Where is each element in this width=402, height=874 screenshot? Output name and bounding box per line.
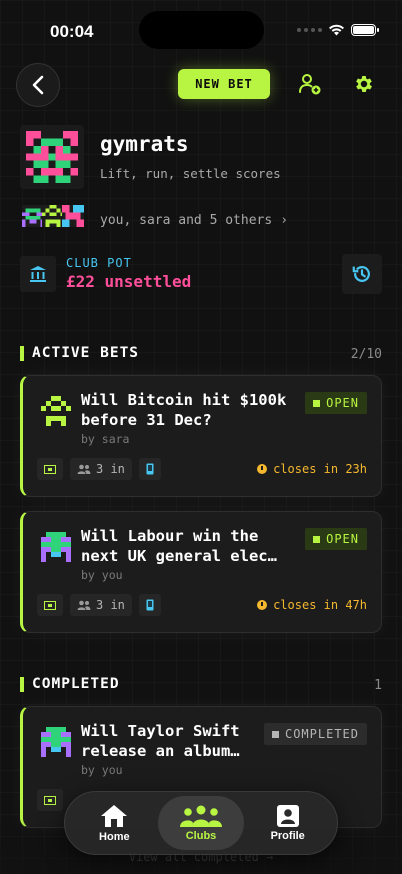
bet-chips xyxy=(37,789,63,811)
back-button[interactable] xyxy=(16,63,60,107)
club-avatar xyxy=(20,125,84,189)
status-time: 00:04 xyxy=(50,22,94,41)
member-avatar-icon xyxy=(62,205,84,227)
chevron-right-icon: › xyxy=(280,213,289,228)
add-user-icon xyxy=(299,74,321,95)
status-dot-icon xyxy=(313,535,321,543)
club-pot-label: CLUB POT xyxy=(66,256,132,270)
closes-text: closes in 47h xyxy=(273,598,367,612)
status-dot-icon xyxy=(271,730,279,738)
settings-button[interactable] xyxy=(350,70,378,98)
status-icons xyxy=(297,24,379,36)
status-badge: COMPLETED xyxy=(263,723,367,745)
bet-title: Will Labour win the next UK general elec… xyxy=(81,527,277,565)
bet-author: by you xyxy=(81,763,123,777)
members-summary: you, sara and 5 others xyxy=(100,213,273,228)
phone-icon xyxy=(146,463,154,475)
member-avatar-icon xyxy=(22,205,44,227)
clock-icon xyxy=(257,464,268,474)
nav-item-home[interactable]: Home xyxy=(71,796,158,850)
nav-item-clubs[interactable]: Clubs xyxy=(157,796,245,850)
cash-icon xyxy=(44,464,56,474)
completed-heading: COMPLETED xyxy=(20,676,120,692)
bet-author: by sara xyxy=(81,432,130,446)
status-badge-label: OPEN xyxy=(326,532,359,546)
completed-title: COMPLETED xyxy=(32,676,120,692)
wifi-icon xyxy=(329,24,344,36)
dynamic-island xyxy=(139,11,264,49)
closes-text: closes in 23h xyxy=(273,462,367,476)
people-icon xyxy=(77,464,91,474)
cash-icon xyxy=(44,600,56,610)
type-chip xyxy=(138,594,161,616)
stake-chip xyxy=(37,458,63,480)
status-badge: OPEN xyxy=(305,392,367,414)
pot-icon-box xyxy=(20,256,56,292)
cash-icon xyxy=(44,795,56,805)
bet-title: Will Taylor Swift release an album… xyxy=(81,722,240,760)
section-accent-bar xyxy=(20,345,24,361)
member-avatars[interactable] xyxy=(22,205,84,227)
participants-count: 3 in xyxy=(96,598,125,612)
phone-icon xyxy=(146,599,154,611)
active-bets-count: 2/10 xyxy=(350,347,382,362)
status-badge: OPEN xyxy=(305,528,367,550)
people-icon xyxy=(77,600,91,610)
home-icon xyxy=(101,804,128,827)
battery-icon xyxy=(351,24,379,36)
active-bets-title: ACTIVE BETS xyxy=(32,345,140,361)
club-name: gymrats xyxy=(100,132,189,156)
bank-icon xyxy=(30,266,46,282)
club-pot-value: £22 unsettled xyxy=(66,272,192,291)
history-icon xyxy=(352,266,370,282)
bet-creator-avatar-icon xyxy=(41,727,71,757)
bet-chips: 3 in xyxy=(37,458,161,480)
status-badge-label: COMPLETED xyxy=(284,727,359,741)
nav-label: Profile xyxy=(270,829,305,842)
members-link[interactable]: you, sara and 5 others › xyxy=(100,213,288,228)
nav-item-profile[interactable]: Profile xyxy=(244,796,331,850)
active-bets-heading: ACTIVE BETS xyxy=(20,345,139,361)
add-member-button[interactable] xyxy=(296,70,324,98)
status-badge-label: OPEN xyxy=(326,396,359,410)
bet-card[interactable]: Will Bitcoin hit $100k before 31 Dec? by… xyxy=(20,375,382,497)
bet-title: Will Bitcoin hit $100k before 31 Dec? xyxy=(81,391,287,429)
bet-creator-avatar-icon xyxy=(41,396,71,426)
bet-card[interactable]: Will Labour win the next UK general elec… xyxy=(20,511,382,633)
participants-count: 3 in xyxy=(96,462,125,476)
profile-icon xyxy=(276,804,299,827)
bet-creator-avatar-icon xyxy=(41,532,71,562)
bet-chips: 3 in xyxy=(37,594,161,616)
section-accent-bar xyxy=(20,676,24,692)
nav-label: Home xyxy=(99,830,130,843)
participants-chip: 3 in xyxy=(70,458,132,480)
stake-chip xyxy=(37,789,63,811)
type-chip xyxy=(138,458,161,480)
new-bet-button[interactable]: NEW BET xyxy=(178,69,270,99)
club-tagline: Lift, run, settle scores xyxy=(100,166,281,181)
signal-icon xyxy=(297,28,322,32)
bet-author: by you xyxy=(81,568,123,582)
bottom-nav: Home Clubs Profile xyxy=(64,791,338,855)
status-dot-icon xyxy=(313,399,321,407)
gear-icon xyxy=(356,76,372,92)
member-avatar-icon xyxy=(42,205,64,227)
participants-chip: 3 in xyxy=(70,594,132,616)
closes-timer: closes in 23h xyxy=(257,462,367,476)
history-button[interactable] xyxy=(342,254,382,294)
chevron-left-icon xyxy=(32,75,44,95)
pixel-invader-icon xyxy=(26,131,78,183)
closes-timer: closes in 47h xyxy=(257,598,367,612)
clock-icon xyxy=(257,600,268,610)
nav-label: Clubs xyxy=(185,829,217,842)
completed-count: 1 xyxy=(374,678,382,693)
clubs-icon xyxy=(180,805,222,827)
stake-chip xyxy=(37,594,63,616)
